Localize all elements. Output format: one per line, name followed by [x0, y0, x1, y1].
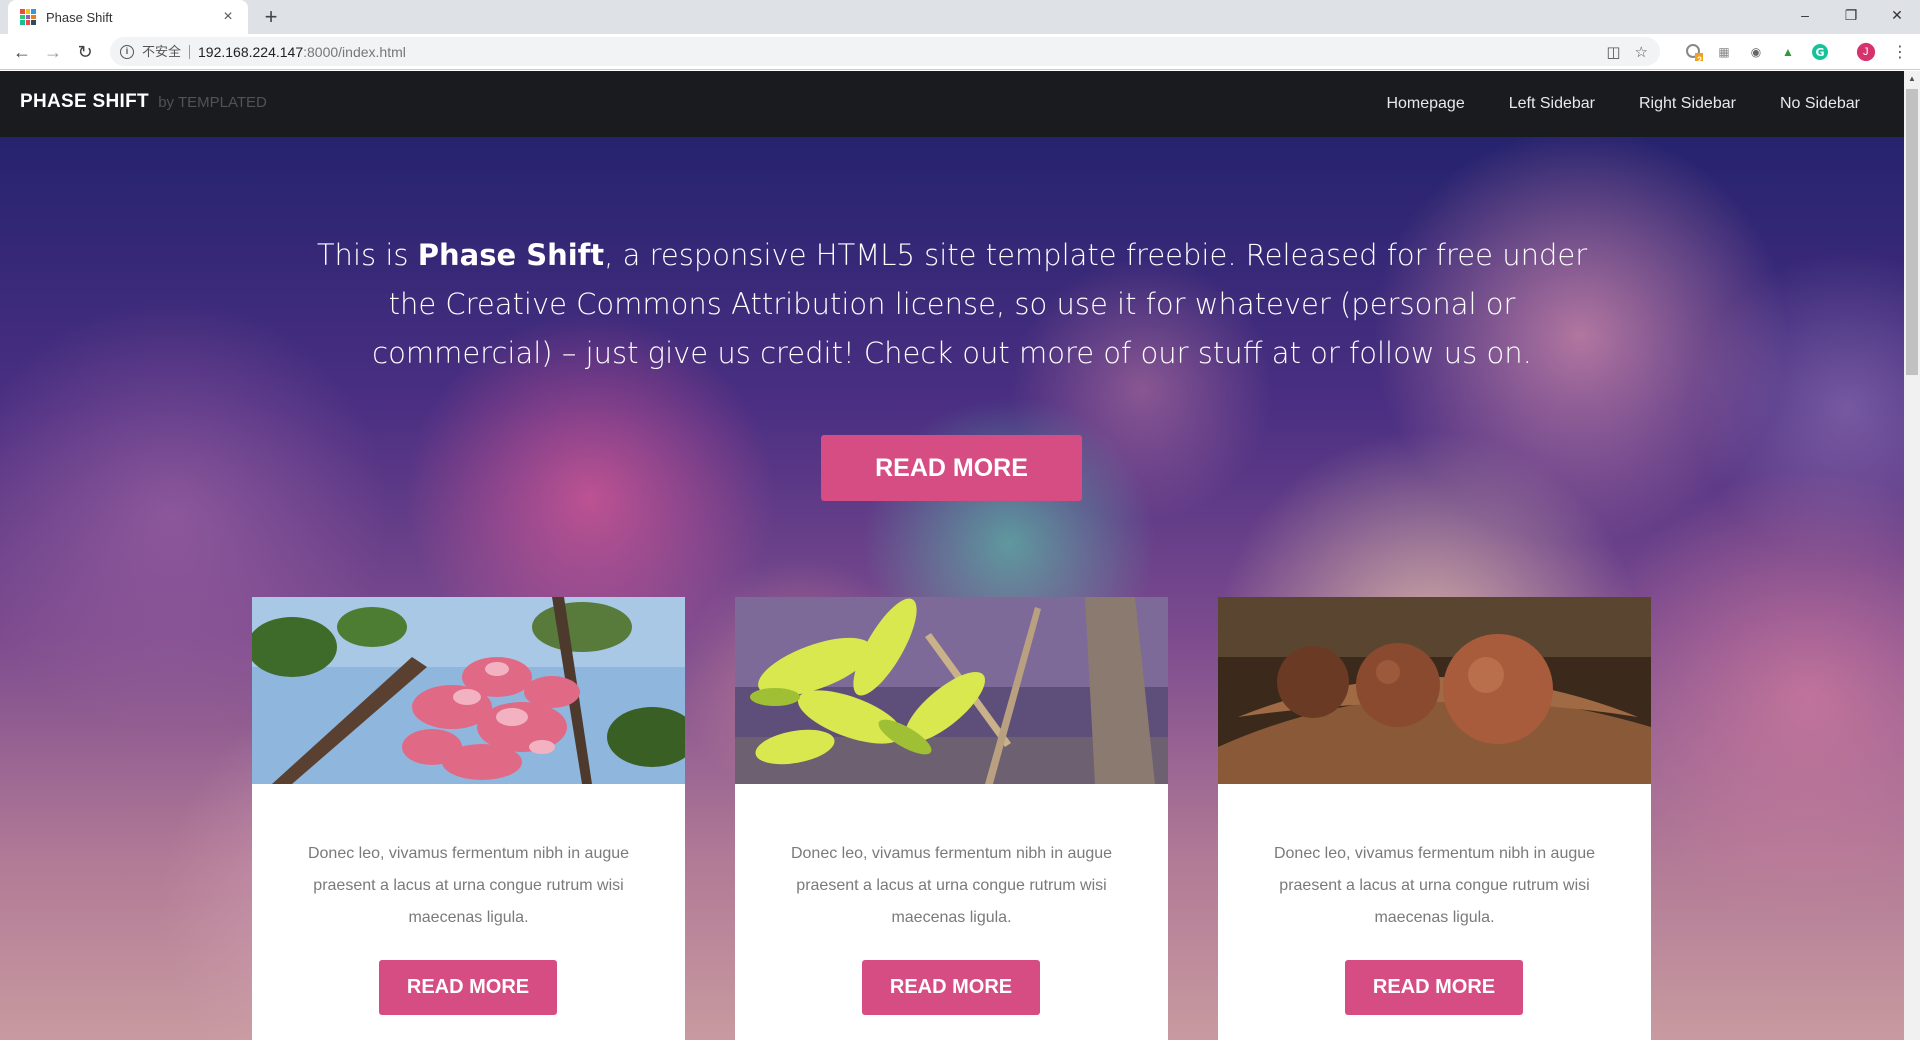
screen-capture-icon[interactable]: ▦: [1714, 42, 1734, 62]
page-scrollbar[interactable]: ▲: [1904, 71, 1920, 1040]
card-description: Donec leo, vivamus fermentum nibh in aug…: [307, 845, 630, 926]
avatar-letter: J: [1863, 46, 1869, 58]
url-path: :8000/index.html: [303, 43, 406, 60]
nav-right-sidebar[interactable]: Right Sidebar: [1639, 95, 1736, 113]
browser-toolbar: ← → ↻ i 不安全 192.168.224.147:8000/index.h…: [0, 34, 1920, 70]
intro-strong: Phase Shift: [417, 238, 605, 272]
brown-seeds-image: [1218, 597, 1651, 784]
svg-text:G: G: [1815, 46, 1824, 59]
tab-close-icon[interactable]: ×: [220, 8, 236, 26]
nav-homepage[interactable]: Homepage: [1386, 95, 1464, 113]
window-close-button[interactable]: ✕: [1874, 0, 1920, 30]
forward-arrow-icon[interactable]: →: [41, 40, 65, 64]
hero-intro-text: This is Phase Shift, a responsive HTML5 …: [310, 231, 1594, 378]
tab-title: Phase Shift: [46, 9, 113, 25]
card-read-more-button[interactable]: READ MORE: [1345, 960, 1523, 1015]
logo-byline: by TEMPLATED: [158, 94, 267, 111]
card-description: Donec leo, vivamus fermentum nibh in aug…: [1273, 845, 1596, 926]
camera-icon[interactable]: ◉: [1746, 42, 1766, 62]
address-bar[interactable]: i 不安全 192.168.224.147:8000/index.html ◫ …: [110, 37, 1660, 66]
hero-read-more-button[interactable]: READ MORE: [821, 435, 1082, 501]
page-viewport: PHASE SHIFT by TEMPLATED Homepage Left S…: [0, 71, 1904, 1040]
main-nav: Homepage Left Sidebar Right Sidebar No S…: [1386, 71, 1904, 137]
security-status: 不安全: [142, 44, 191, 59]
nav-left-sidebar[interactable]: Left Sidebar: [1509, 95, 1595, 113]
pink-flowers-image: [252, 597, 685, 784]
restore-button[interactable]: ❐: [1828, 0, 1874, 30]
grammarly-icon[interactable]: G: [1810, 42, 1830, 62]
green-leaves-image: [735, 597, 1168, 784]
evernote-icon[interactable]: ▲: [1778, 42, 1798, 62]
scrollbar-thumb[interactable]: [1906, 89, 1918, 375]
card-description: Donec leo, vivamus fermentum nibh in aug…: [790, 845, 1113, 926]
logo-title: PHASE SHIFT: [20, 91, 149, 112]
site-info-icon[interactable]: i: [120, 44, 134, 59]
site-logo[interactable]: PHASE SHIFT by TEMPLATED: [20, 91, 267, 113]
nav-no-sidebar[interactable]: No Sidebar: [1780, 95, 1860, 113]
site-favicon-icon: [20, 9, 36, 25]
browser-tabstrip: Phase Shift × + – ❐ ✕: [0, 0, 1920, 34]
card-read-more-button[interactable]: READ MORE: [379, 960, 557, 1015]
intro-prefix: This is: [316, 238, 418, 272]
new-tab-button[interactable]: +: [258, 4, 284, 30]
feature-card: Donec leo, vivamus fermentum nibh in aug…: [1218, 597, 1651, 1040]
reload-icon[interactable]: ↻: [73, 40, 97, 64]
bookmark-star-icon[interactable]: ☆: [1635, 43, 1648, 61]
menu-kebab-icon[interactable]: ⋮: [1890, 42, 1910, 62]
site-header: PHASE SHIFT by TEMPLATED Homepage Left S…: [0, 71, 1904, 137]
url-host: 192.168.224.147: [198, 43, 304, 60]
feature-card: Donec leo, vivamus fermentum nibh in aug…: [252, 597, 685, 1040]
card-read-more-button[interactable]: READ MORE: [862, 960, 1040, 1015]
back-arrow-icon[interactable]: ←: [10, 40, 34, 64]
scroll-up-arrow-icon[interactable]: ▲: [1904, 71, 1920, 87]
browser-tab[interactable]: Phase Shift ×: [8, 0, 248, 34]
url-text[interactable]: 192.168.224.147:8000/index.html: [198, 44, 406, 60]
extension-badge: 2: [1697, 55, 1703, 65]
minimize-button[interactable]: –: [1782, 0, 1828, 30]
feature-card: Donec leo, vivamus fermentum nibh in aug…: [735, 597, 1168, 1040]
translate-icon[interactable]: ◫: [1606, 43, 1620, 61]
